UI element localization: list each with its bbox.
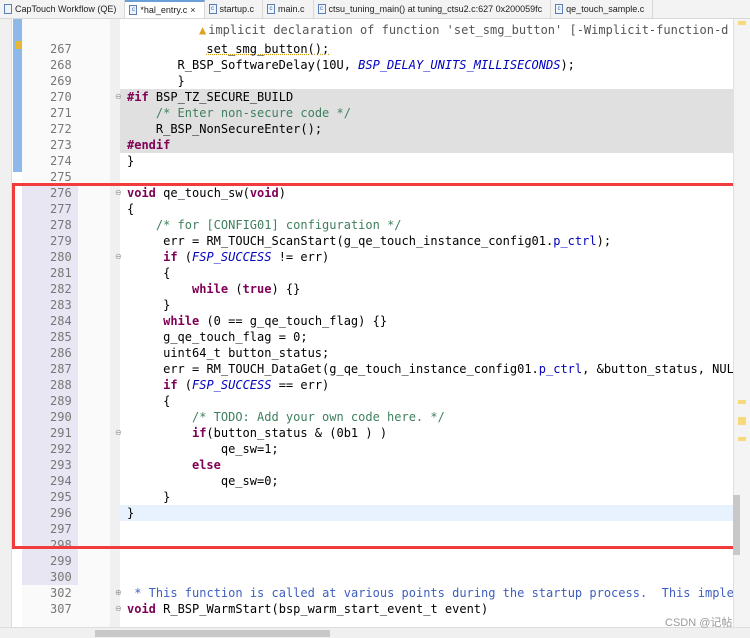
code-line[interactable]: #endif [120, 137, 733, 153]
code-line[interactable]: #if BSP_TZ_SECURE_BUILD [120, 89, 733, 105]
code-line[interactable]: * This function is called at various poi… [120, 585, 733, 601]
line-number: 299 [22, 553, 78, 569]
line-number: 270 [50, 90, 72, 104]
code-line[interactable]: R_BSP_NonSecureEnter(); [120, 121, 733, 137]
code-line[interactable]: } [120, 73, 733, 89]
horizontal-scrollbar-thumb[interactable] [95, 630, 330, 637]
line-number: 300 [22, 569, 78, 585]
tab-label: ctsu_tuning_main() at tuning_ctsu2.c:627… [328, 4, 543, 14]
editor-tabs: CapTouch Workflow (QE) c *hal_entry.c × c sta… [0, 0, 750, 19]
line-number: 307 [50, 602, 72, 616]
c-file-icon: c [555, 4, 564, 14]
c-file-icon: c [317, 4, 326, 14]
line-number: 271 [50, 106, 72, 120]
code-line[interactable]: set_smg_button(); [120, 41, 733, 57]
tab-0[interactable]: CapTouch Workflow (QE) [0, 0, 126, 18]
horizontal-scrollbar[interactable] [0, 627, 750, 638]
code-text: R_BSP_NonSecureEnter(); [155, 122, 323, 136]
code-text: } [127, 154, 135, 168]
code-text: #endif [127, 138, 171, 152]
left-panel-strip [0, 19, 12, 627]
fold-toggle-icon[interactable]: ⊖ [115, 92, 122, 101]
tab-label: startup.c [219, 4, 255, 14]
tab-4[interactable]: c ctsu_tuning_main() at tuning_ctsu2.c:62… [314, 0, 552, 18]
c-file-icon: c [267, 4, 276, 14]
workflow-icon [4, 4, 12, 14]
line-number: 273 [50, 138, 72, 152]
code-text: #if BSP_TZ_SECURE_BUILD [127, 90, 294, 104]
code-text: R_BSP_SoftwareDelay(10U, BSP_DELAY_UNITS… [177, 58, 575, 72]
line-number: 302 [50, 586, 72, 600]
tab-1[interactable]: c *hal_entry.c × [125, 0, 205, 18]
code-text: * This function is called at various poi… [127, 586, 733, 600]
code-text: void R_BSP_WarmStart(bsp_warm_start_even… [127, 602, 489, 616]
code-line[interactable]: /* Enter non-secure code */ [120, 105, 733, 121]
tab-label: qe_touch_sample.c [566, 4, 645, 14]
close-tab-icon[interactable]: × [190, 5, 195, 15]
warning-icon [15, 41, 22, 49]
tab-2[interactable]: c startup.c [205, 0, 264, 18]
tab-3[interactable]: c main.c [263, 0, 314, 18]
tab-label: CapTouch Workflow (QE) [15, 4, 117, 14]
tab-5[interactable]: c qe_touch_sample.c [551, 0, 654, 18]
line-number: 268 [50, 58, 72, 72]
code-line[interactable] [120, 569, 733, 585]
code-text: set_smg_button(); [206, 42, 330, 56]
code-text: } [177, 74, 185, 88]
c-file-icon: c [129, 5, 138, 15]
c-file-icon: c [208, 4, 217, 14]
code-line[interactable]: } [120, 153, 733, 169]
line-number: 269 [50, 74, 72, 88]
watermark: CSDN @记帖 [665, 617, 733, 629]
code-line[interactable]: R_BSP_SoftwareDelay(10U, BSP_DELAY_UNITS… [120, 57, 733, 73]
vertical-scrollbar-thumb[interactable] [733, 495, 740, 555]
tab-label: *hal_entry.c [140, 5, 188, 15]
code-text: /* Enter non-secure code */ [155, 106, 351, 120]
tab-label: main.c [278, 4, 305, 14]
line-number: 274 [50, 154, 72, 168]
fold-toggle-icon[interactable]: ⊖ [115, 604, 122, 613]
code-line[interactable] [120, 553, 733, 569]
fold-toggle-icon[interactable]: ⊕ [115, 588, 122, 597]
warning-annotation: ▲ implicit declaration of function 'set_s… [199, 23, 729, 37]
highlight-box [12, 183, 738, 549]
line-number: 272 [50, 122, 72, 136]
line-number: 267 [50, 42, 72, 56]
code-line[interactable]: void R_BSP_WarmStart(bsp_warm_start_even… [120, 601, 733, 617]
